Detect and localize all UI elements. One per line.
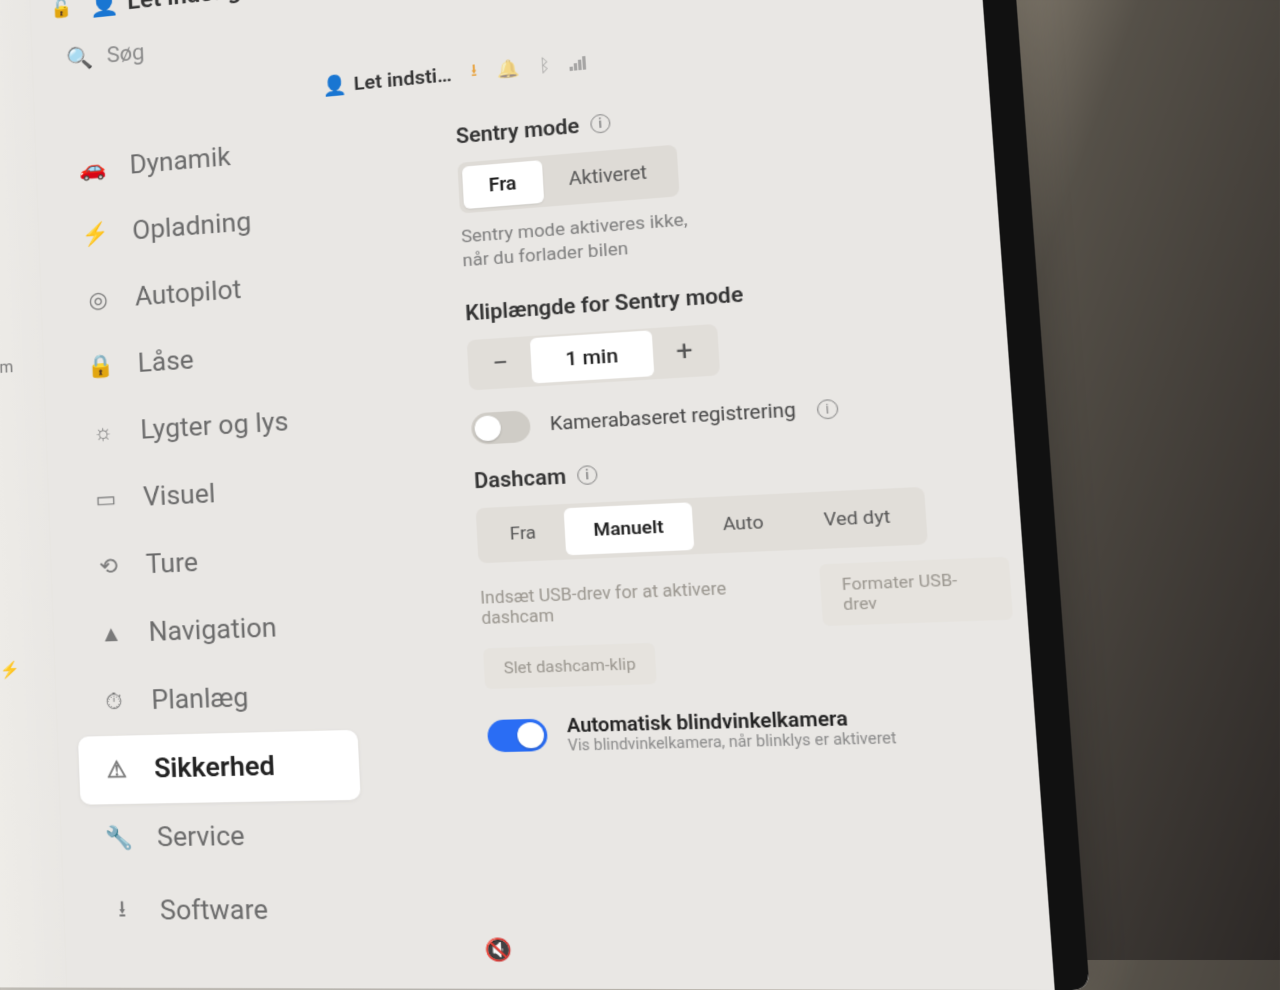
profile-name: Let indstigni…: [127, 0, 280, 15]
camera-detection-toggle[interactable]: [471, 410, 532, 445]
sidebar-item-ture[interactable]: ⟲ Ture: [70, 522, 350, 602]
driver-profile[interactable]: 👤 Let indstigni…: [89, 0, 279, 19]
info-icon[interactable]: i: [816, 399, 838, 420]
route-icon: ⟲: [93, 553, 124, 580]
usb-hint-text: Indsæt USB-drev for at aktivere dashcam: [480, 575, 802, 628]
sidebar-item-software[interactable]: ⭳ Software: [83, 870, 368, 950]
sentry-mode-segment: Fra Aktiveret: [457, 144, 679, 213]
blindspot-row: Automatisk blindvinkelkamera Vis blindvi…: [487, 703, 1023, 757]
person-icon: 👤: [322, 72, 348, 98]
camera-detection-label: Kamerabaseret registrering: [549, 399, 796, 435]
dashcam-delete-row: Slet dashcam-klip: [483, 631, 1017, 689]
delete-clips-button[interactable]: Slet dashcam-klip: [483, 643, 657, 689]
stepper-plus-button[interactable]: +: [652, 326, 718, 377]
wrench-icon: 🔧: [104, 825, 136, 851]
bolt-icon: ⚡: [80, 221, 111, 248]
lights-icon: ☼: [88, 419, 119, 447]
camera-detection-row: Kamerabaseret registrering i: [471, 383, 999, 445]
info-icon[interactable]: i: [576, 465, 597, 485]
format-usb-button[interactable]: Formater USB-drev: [819, 557, 1013, 626]
bell-icon[interactable]: 🔔: [496, 58, 520, 81]
stepper-minus-button[interactable]: −: [469, 338, 532, 388]
dashcam-title: Dashcam i: [473, 441, 1002, 494]
blindspot-toggle[interactable]: [487, 719, 548, 753]
dashcam-honk-option[interactable]: Ved dyt: [792, 491, 923, 545]
sidebar-item-planlaeg[interactable]: ⏱ Planlæg: [75, 660, 357, 737]
sidebar-item-visuel[interactable]: ▭ Visuel: [68, 453, 348, 535]
person-icon: 👤: [89, 0, 120, 19]
navigation-icon: ▲: [96, 620, 127, 648]
dashcam-manual-option[interactable]: Manuelt: [563, 502, 694, 555]
search-placeholder: Søg: [106, 40, 145, 68]
info-icon[interactable]: i: [590, 113, 611, 134]
sidebar-item-navigation[interactable]: ▲ Navigation: [73, 591, 354, 669]
car-icon: 🚗: [78, 155, 109, 182]
dashcam-auto-option[interactable]: Auto: [692, 497, 796, 549]
secondary-profile[interactable]: 👤 Let indsti…: [322, 63, 452, 98]
peek-text: rum: [0, 357, 14, 378]
alert-icon: ⚠: [101, 757, 132, 783]
bolt-icon: ⚡: [0, 660, 20, 680]
dashcam-usb-row: Indsæt USB-drev for at aktivere dashcam …: [479, 557, 1013, 638]
sidebar-item-sikkerhed[interactable]: ⚠ Sikkerhed: [78, 730, 361, 805]
settings-content: Sentry mode i Fra Aktiveret Sentry mode …: [328, 52, 1087, 950]
unlock-icon[interactable]: 🔓: [50, 0, 73, 20]
signal-bars-icon: [569, 54, 586, 70]
sentry-on-option[interactable]: Aktiveret: [541, 149, 675, 203]
clock-icon: ⏱: [98, 689, 129, 716]
mute-indicator[interactable]: 🔇: [485, 936, 514, 962]
steering-wheel-icon: ◎: [83, 287, 114, 314]
bluetooth-icon[interactable]: ᛒ: [538, 55, 550, 77]
download-icon: ⭳: [106, 891, 138, 931]
vehicle-settings-screen: rum ⚡ 🔓 👤 Let indstigni… LTE ⭳ SOS 1.17 …: [0, 0, 1090, 990]
dashcam-off-option[interactable]: Fra: [480, 508, 566, 559]
display-icon: ▭: [90, 486, 121, 513]
clip-length-title: Kliplængde for Sentry mode: [465, 264, 990, 326]
stepper-value: 1 min: [530, 331, 655, 384]
clip-length-stepper: − 1 min +: [467, 324, 720, 391]
search-icon: 🔍: [66, 45, 94, 72]
lock-icon: 🔒: [85, 353, 116, 380]
dashcam-segment: Fra Manuelt Auto Ved dyt: [476, 487, 928, 564]
sidebar-item-service[interactable]: 🔧 Service: [81, 800, 365, 873]
download-icon[interactable]: ⭳: [470, 57, 478, 87]
sentry-off-option[interactable]: Fra: [462, 160, 544, 209]
